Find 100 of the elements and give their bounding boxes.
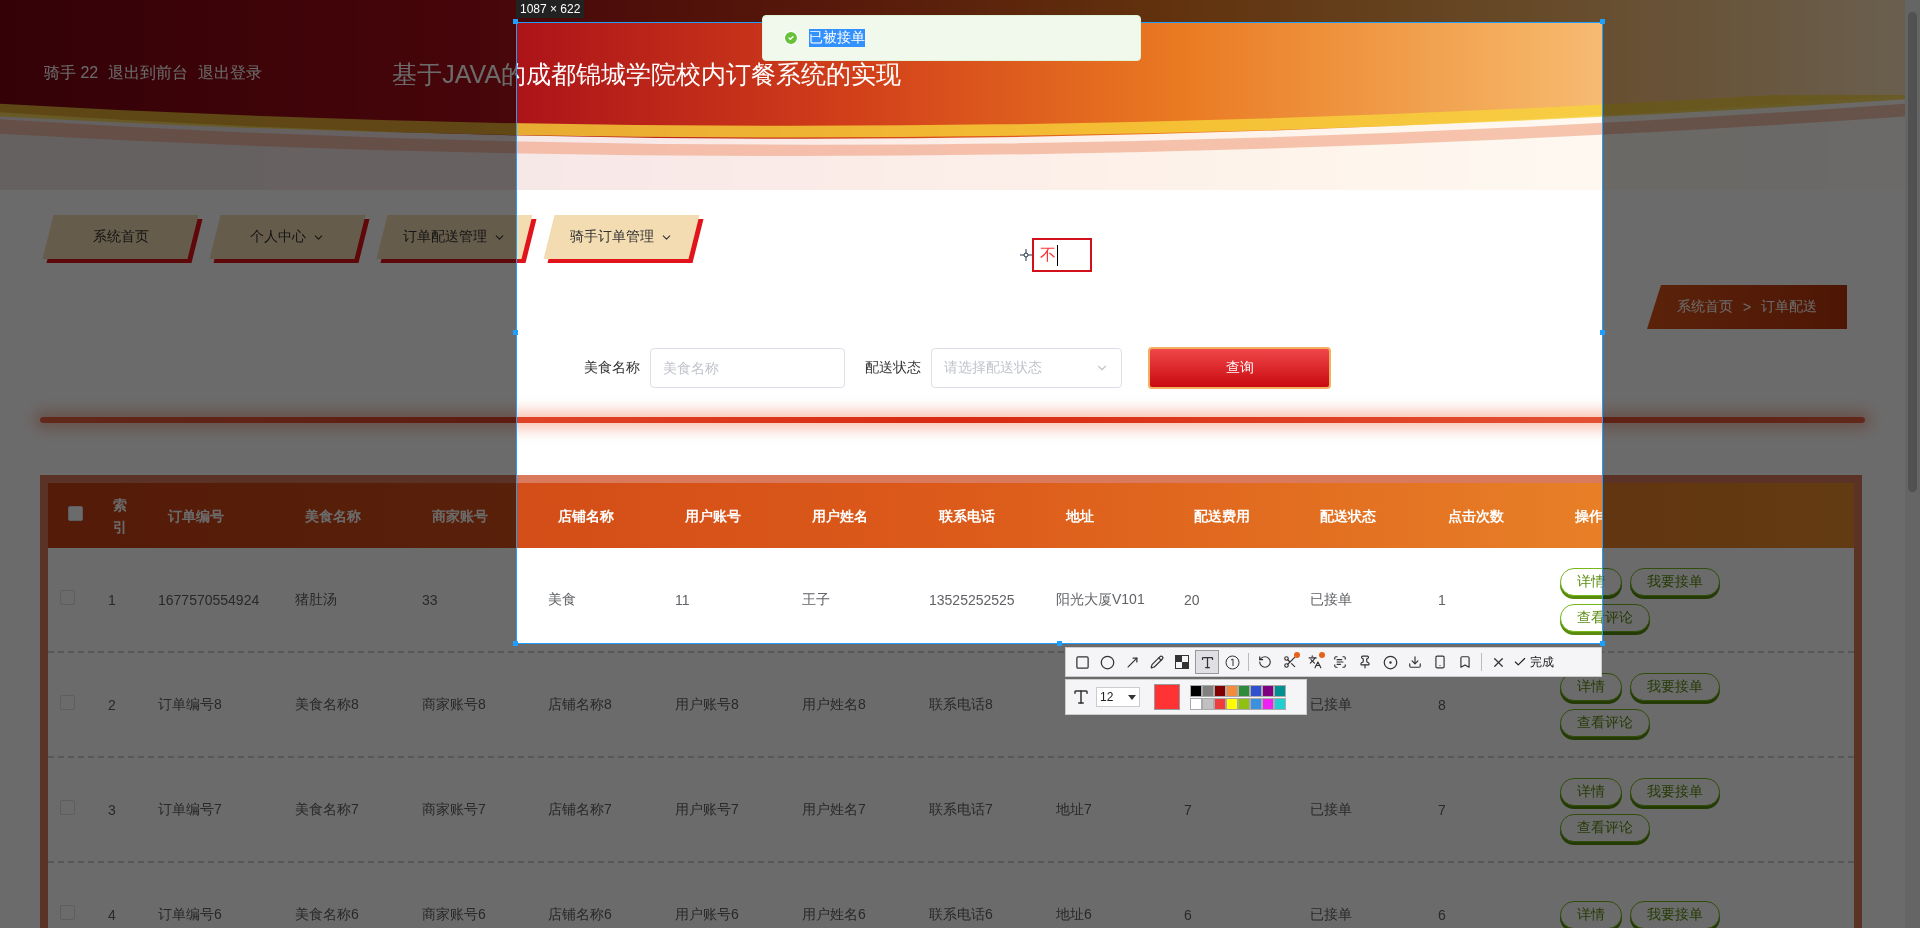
table-cell-text: 店铺名称8: [547, 695, 613, 714]
column-header: 地址: [1064, 506, 1095, 526]
table-cell-text: 用户姓名8: [801, 695, 867, 714]
color-swatch[interactable]: [1262, 684, 1274, 697]
action-button[interactable]: 详情: [1560, 777, 1622, 806]
color-swatch[interactable]: [1250, 697, 1262, 710]
table-cell-text: 猪肚汤: [294, 590, 338, 609]
resize-handle[interactable]: [1056, 641, 1062, 646]
phone-icon: [1433, 655, 1447, 669]
table-cell-text: 阳光大厦V101: [1055, 590, 1146, 609]
table-cell-text: 订单编号6: [157, 905, 223, 924]
table-cell-text: 用户姓名6: [801, 905, 867, 924]
resize-handle[interactable]: [1600, 641, 1605, 646]
color-swatch[interactable]: [1238, 684, 1250, 697]
header-link[interactable]: 退出登录: [198, 63, 263, 84]
query-button[interactable]: 查询: [1148, 347, 1331, 389]
table-cell-text: 2: [107, 696, 117, 713]
table-cell-text: 13525252525: [928, 591, 1016, 608]
color-swatch[interactable]: [1274, 697, 1286, 710]
resize-handle[interactable]: [513, 641, 518, 646]
color-swatch[interactable]: [1250, 684, 1262, 697]
table-cell-text: 美食名称8: [294, 695, 360, 714]
color-swatch[interactable]: [1226, 697, 1238, 710]
resize-handle[interactable]: [513, 19, 518, 24]
column-header: 联系电话: [937, 506, 996, 526]
table-cell-text: 商家账号6: [421, 905, 487, 924]
table-cell-text: 已接单: [1309, 800, 1353, 819]
color-swatch[interactable]: [1202, 684, 1214, 697]
breadcrumb-separator: >: [1742, 299, 1752, 315]
table-cell-text: 用户账号8: [674, 695, 740, 714]
translate-icon: [1308, 655, 1322, 669]
action-button[interactable]: 我要接单: [1630, 672, 1720, 701]
column-header: 配送状态: [1319, 506, 1377, 526]
numbered-circle-icon: [1224, 654, 1240, 670]
select-all-checkbox[interactable]: [68, 506, 83, 521]
table-cell-text: 6: [1437, 906, 1447, 923]
table-cell-text: 7: [1437, 801, 1447, 818]
table-cell-text: 订单编号7: [157, 800, 223, 819]
download-icon: [1408, 655, 1422, 669]
table-cell-text: 4: [107, 906, 117, 923]
table-cell-text: 地址7: [1055, 800, 1093, 819]
annotation-text-box[interactable]: 不: [1032, 238, 1092, 272]
pencil-icon: [1150, 655, 1164, 669]
table-cell-text: 联系电话6: [928, 905, 994, 924]
action-button[interactable]: 我要接单: [1630, 900, 1720, 928]
text-icon: [1072, 688, 1090, 706]
action-button[interactable]: 我要接单: [1630, 777, 1720, 806]
size-label: 1087 × 622: [516, 0, 585, 18]
column-header: 用户账号: [684, 506, 742, 526]
crosshair-cursor-icon: [1020, 249, 1032, 261]
done-button[interactable]: 完成: [1511, 653, 1556, 671]
color-swatch[interactable]: [1238, 697, 1250, 710]
breadcrumb-link[interactable]: 系统首页: [1676, 298, 1733, 316]
color-swatch[interactable]: [1262, 697, 1274, 710]
table-cell-text: 已接单: [1309, 905, 1353, 924]
color-swatch[interactable]: [1190, 697, 1202, 710]
color-swatch[interactable]: [1190, 684, 1202, 697]
color-swatch[interactable]: [1226, 684, 1238, 697]
action-button[interactable]: 我要接单: [1630, 567, 1720, 596]
color-swatch[interactable]: [1202, 697, 1214, 710]
resize-handle[interactable]: [513, 330, 518, 335]
table-cell-text: 20: [1183, 591, 1201, 608]
scan-text-icon: [1333, 655, 1347, 669]
current-color-swatch[interactable]: [1154, 684, 1180, 710]
resize-handle[interactable]: [1600, 19, 1605, 24]
table-cell-text: 已接单: [1309, 695, 1353, 714]
scrollbar[interactable]: [1905, 0, 1920, 928]
tool-button[interactable]: [1195, 650, 1219, 674]
table-cell-text: 订单编号8: [157, 695, 223, 714]
check-icon: [1513, 655, 1527, 669]
resize-handle[interactable]: [1600, 330, 1605, 335]
column-header: 订单编号: [166, 506, 225, 526]
circle-icon: [1099, 654, 1115, 670]
action-button[interactable]: 详情: [1560, 900, 1622, 928]
table-cell-text: 11: [674, 591, 691, 608]
header-link[interactable]: 退出到前台: [108, 63, 189, 84]
breadcrumb-link[interactable]: 订单配送: [1761, 298, 1818, 316]
pin-icon: [1358, 655, 1372, 669]
table-cell-text: 美食: [547, 590, 577, 609]
table-cell-text: 联系电话7: [928, 800, 994, 819]
color-swatch[interactable]: [1214, 697, 1226, 710]
color-swatch[interactable]: [1214, 684, 1226, 697]
field-label: 配送状态: [865, 359, 921, 377]
font-size-select[interactable]: 12: [1096, 687, 1140, 707]
table-cell-text: 用户账号7: [674, 800, 740, 819]
badge-dot: [1319, 652, 1325, 658]
search-field[interactable]: 美食名称: [650, 348, 845, 388]
field-label: 美食名称: [584, 359, 640, 377]
record-icon: [1382, 654, 1398, 670]
color-swatch[interactable]: [1274, 684, 1286, 697]
table-cell-text: 美食名称7: [294, 800, 360, 819]
action-button[interactable]: 查看评论: [1560, 813, 1650, 842]
table-cell-text: 3: [107, 801, 117, 818]
column-header: 商家账号: [431, 506, 489, 526]
action-button[interactable]: 查看评论: [1560, 708, 1650, 737]
status-select[interactable]: 请选择配送状态: [931, 348, 1122, 388]
undo-icon: [1258, 655, 1272, 669]
column-header: 操作: [1574, 506, 1604, 526]
table-cell-text: 1: [107, 591, 117, 608]
column-header: 配送费用: [1193, 506, 1251, 526]
